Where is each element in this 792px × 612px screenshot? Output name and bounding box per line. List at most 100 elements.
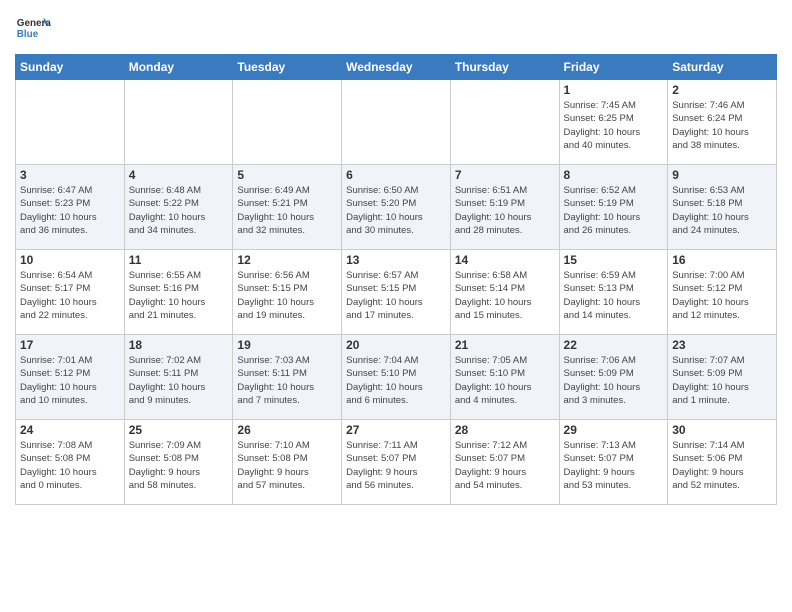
calendar-cell: 9 Sunrise: 6:53 AM Sunset: 5:18 PM Daylig…	[668, 165, 777, 250]
calendar-cell: 22 Sunrise: 7:06 AM Sunset: 5:09 PM Dayli…	[559, 335, 668, 420]
day-number: 26	[237, 423, 337, 437]
day-info: Sunrise: 7:00 AM Sunset: 5:12 PM Dayligh…	[672, 269, 772, 322]
calendar-cell	[450, 80, 559, 165]
day-number: 3	[20, 168, 120, 182]
calendar-cell: 12 Sunrise: 6:56 AM Sunset: 5:15 PM Dayli…	[233, 250, 342, 335]
calendar-week-row: 10 Sunrise: 6:54 AM Sunset: 5:17 PM Dayli…	[16, 250, 777, 335]
calendar-cell: 23 Sunrise: 7:07 AM Sunset: 5:09 PM Dayli…	[668, 335, 777, 420]
calendar-cell: 19 Sunrise: 7:03 AM Sunset: 5:11 PM Dayli…	[233, 335, 342, 420]
day-number: 14	[455, 253, 555, 267]
day-info: Sunrise: 7:10 AM Sunset: 5:08 PM Dayligh…	[237, 439, 337, 492]
calendar-cell: 16Sunrise: 7:00 AM Sunset: 5:12 PM Dayli…	[668, 250, 777, 335]
day-number: 8	[564, 168, 664, 182]
day-number: 2	[672, 83, 772, 97]
day-number: 29	[564, 423, 664, 437]
calendar-cell: 29 Sunrise: 7:13 AM Sunset: 5:07 PM Dayli…	[559, 420, 668, 505]
calendar-table: SundayMondayTuesdayWednesdayThursdayFrid…	[15, 54, 777, 505]
weekday-header: Sunday	[16, 55, 125, 80]
day-number: 12	[237, 253, 337, 267]
day-info: Sunrise: 7:45 AM Sunset: 6:25 PM Dayligh…	[564, 99, 664, 152]
calendar-cell: 25Sunrise: 7:09 AM Sunset: 5:08 PM Dayli…	[124, 420, 233, 505]
day-number: 23	[672, 338, 772, 352]
weekday-header: Saturday	[668, 55, 777, 80]
calendar-cell: 20 Sunrise: 7:04 AM Sunset: 5:10 PM Dayli…	[342, 335, 451, 420]
calendar-week-row: 1 Sunrise: 7:45 AM Sunset: 6:25 PM Daylig…	[16, 80, 777, 165]
calendar-week-row: 3 Sunrise: 6:47 AM Sunset: 5:23 PM Daylig…	[16, 165, 777, 250]
day-info: Sunrise: 6:56 AM Sunset: 5:15 PM Dayligh…	[237, 269, 337, 322]
day-info: Sunrise: 6:48 AM Sunset: 5:22 PM Dayligh…	[129, 184, 229, 237]
day-info: Sunrise: 7:11 AM Sunset: 5:07 PM Dayligh…	[346, 439, 446, 492]
day-info: Sunrise: 6:50 AM Sunset: 5:20 PM Dayligh…	[346, 184, 446, 237]
day-number: 15	[564, 253, 664, 267]
day-number: 17	[20, 338, 120, 352]
day-info: Sunrise: 7:02 AM Sunset: 5:11 PM Dayligh…	[129, 354, 229, 407]
svg-text:Blue: Blue	[17, 29, 39, 40]
day-info: Sunrise: 7:01 AM Sunset: 5:12 PM Dayligh…	[20, 354, 120, 407]
calendar-cell	[16, 80, 125, 165]
calendar-cell	[124, 80, 233, 165]
day-info: Sunrise: 6:52 AM Sunset: 5:19 PM Dayligh…	[564, 184, 664, 237]
calendar-cell: 14 Sunrise: 6:58 AM Sunset: 5:14 PM Dayli…	[450, 250, 559, 335]
calendar-cell: 1 Sunrise: 7:45 AM Sunset: 6:25 PM Daylig…	[559, 80, 668, 165]
calendar-cell: 15 Sunrise: 6:59 AM Sunset: 5:13 PM Dayli…	[559, 250, 668, 335]
calendar-week-row: 17 Sunrise: 7:01 AM Sunset: 5:12 PM Dayli…	[16, 335, 777, 420]
day-number: 7	[455, 168, 555, 182]
calendar-cell: 10 Sunrise: 6:54 AM Sunset: 5:17 PM Dayli…	[16, 250, 125, 335]
day-info: Sunrise: 7:12 AM Sunset: 5:07 PM Dayligh…	[455, 439, 555, 492]
weekday-header: Tuesday	[233, 55, 342, 80]
day-number: 9	[672, 168, 772, 182]
calendar-cell	[342, 80, 451, 165]
day-number: 18	[129, 338, 229, 352]
day-info: Sunrise: 7:04 AM Sunset: 5:10 PM Dayligh…	[346, 354, 446, 407]
day-info: Sunrise: 6:53 AM Sunset: 5:18 PM Dayligh…	[672, 184, 772, 237]
day-info: Sunrise: 7:13 AM Sunset: 5:07 PM Dayligh…	[564, 439, 664, 492]
calendar-cell: 5 Sunrise: 6:49 AM Sunset: 5:21 PM Daylig…	[233, 165, 342, 250]
calendar-cell: 13 Sunrise: 6:57 AM Sunset: 5:15 PM Dayli…	[342, 250, 451, 335]
logo-icon: General Blue	[15, 10, 51, 46]
day-number: 25	[129, 423, 229, 437]
calendar-cell: 11 Sunrise: 6:55 AM Sunset: 5:16 PM Dayli…	[124, 250, 233, 335]
calendar-cell: 17 Sunrise: 7:01 AM Sunset: 5:12 PM Dayli…	[16, 335, 125, 420]
day-info: Sunrise: 7:06 AM Sunset: 5:09 PM Dayligh…	[564, 354, 664, 407]
day-number: 13	[346, 253, 446, 267]
calendar-cell: 24Sunrise: 7:08 AM Sunset: 5:08 PM Dayli…	[16, 420, 125, 505]
calendar-cell: 18 Sunrise: 7:02 AM Sunset: 5:11 PM Dayli…	[124, 335, 233, 420]
calendar-cell: 26 Sunrise: 7:10 AM Sunset: 5:08 PM Dayli…	[233, 420, 342, 505]
day-number: 5	[237, 168, 337, 182]
day-info: Sunrise: 6:57 AM Sunset: 5:15 PM Dayligh…	[346, 269, 446, 322]
day-number: 28	[455, 423, 555, 437]
day-number: 19	[237, 338, 337, 352]
day-number: 11	[129, 253, 229, 267]
calendar-cell	[233, 80, 342, 165]
day-number: 6	[346, 168, 446, 182]
day-number: 1	[564, 83, 664, 97]
weekday-header-row: SundayMondayTuesdayWednesdayThursdayFrid…	[16, 55, 777, 80]
day-info: Sunrise: 6:54 AM Sunset: 5:17 PM Dayligh…	[20, 269, 120, 322]
day-info: Sunrise: 6:51 AM Sunset: 5:19 PM Dayligh…	[455, 184, 555, 237]
day-number: 22	[564, 338, 664, 352]
day-info: Sunrise: 7:07 AM Sunset: 5:09 PM Dayligh…	[672, 354, 772, 407]
day-number: 21	[455, 338, 555, 352]
calendar-week-row: 24Sunrise: 7:08 AM Sunset: 5:08 PM Dayli…	[16, 420, 777, 505]
day-info: Sunrise: 6:49 AM Sunset: 5:21 PM Dayligh…	[237, 184, 337, 237]
day-info: Sunrise: 7:46 AM Sunset: 6:24 PM Dayligh…	[672, 99, 772, 152]
calendar-cell: 8 Sunrise: 6:52 AM Sunset: 5:19 PM Daylig…	[559, 165, 668, 250]
day-info: Sunrise: 7:03 AM Sunset: 5:11 PM Dayligh…	[237, 354, 337, 407]
day-info: Sunrise: 7:05 AM Sunset: 5:10 PM Dayligh…	[455, 354, 555, 407]
calendar-cell: 27 Sunrise: 7:11 AM Sunset: 5:07 PM Dayli…	[342, 420, 451, 505]
day-info: Sunrise: 6:47 AM Sunset: 5:23 PM Dayligh…	[20, 184, 120, 237]
calendar-cell: 30Sunrise: 7:14 AM Sunset: 5:06 PM Dayli…	[668, 420, 777, 505]
day-info: Sunrise: 6:58 AM Sunset: 5:14 PM Dayligh…	[455, 269, 555, 322]
page-header: General Blue	[15, 10, 777, 46]
day-number: 27	[346, 423, 446, 437]
weekday-header: Thursday	[450, 55, 559, 80]
day-number: 10	[20, 253, 120, 267]
day-number: 20	[346, 338, 446, 352]
calendar-cell: 3 Sunrise: 6:47 AM Sunset: 5:23 PM Daylig…	[16, 165, 125, 250]
calendar-cell: 2 Sunrise: 7:46 AM Sunset: 6:24 PM Daylig…	[668, 80, 777, 165]
day-number: 4	[129, 168, 229, 182]
weekday-header: Friday	[559, 55, 668, 80]
day-info: Sunrise: 6:59 AM Sunset: 5:13 PM Dayligh…	[564, 269, 664, 322]
calendar-cell: 4 Sunrise: 6:48 AM Sunset: 5:22 PM Daylig…	[124, 165, 233, 250]
day-info: Sunrise: 6:55 AM Sunset: 5:16 PM Dayligh…	[129, 269, 229, 322]
